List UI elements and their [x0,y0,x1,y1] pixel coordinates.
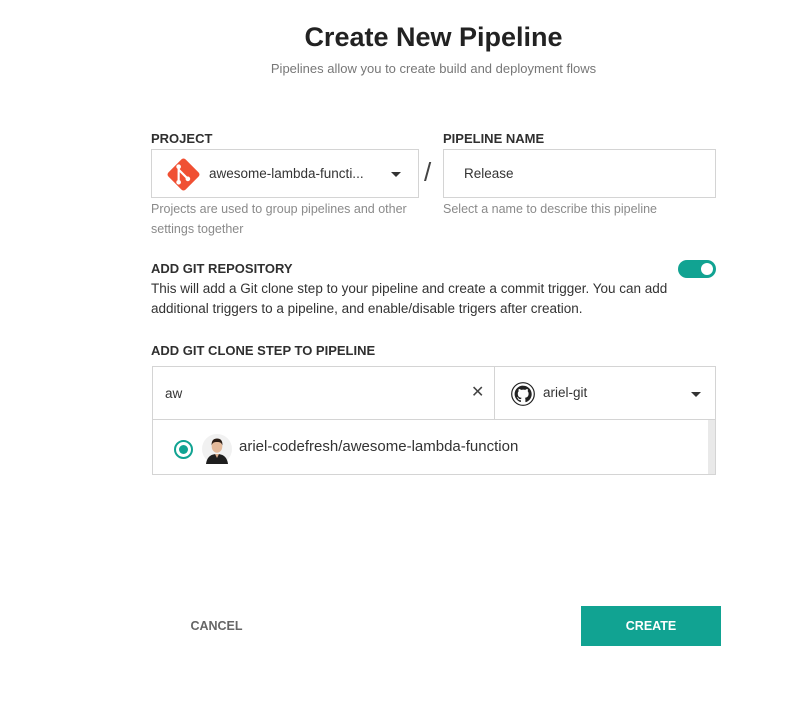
project-help: Projects are used to group pipelines and… [151,202,407,236]
pipeline-name-help: Select a name to describe this pipeline [443,202,658,216]
project-select[interactable]: awesome-lambda-functi... [151,149,419,198]
git-account-select[interactable]: ariel-git [495,367,716,420]
path-separator: / [424,157,432,187]
page-title: Create New Pipeline [304,22,563,52]
github-icon [511,382,535,406]
project-label: PROJECT [151,131,213,146]
repo-radio[interactable] [174,440,193,459]
radio-selected-dot [179,445,188,454]
pipeline-name-label: PIPELINE NAME [443,131,545,146]
add-git-repo-toggle[interactable] [678,260,716,278]
cancel-button[interactable]: CANCEL [151,606,282,646]
repo-search-input[interactable] [153,367,495,420]
repo-list-scrollbar[interactable] [708,420,715,474]
toggle-knob [701,263,713,275]
git-account-value: ariel-git [543,385,588,400]
user-avatar [202,434,232,464]
clone-step-box: ✕ ariel-git ariel-codefresh/awesome-lamb… [152,366,716,475]
chevron-down-icon [691,392,701,397]
clear-search-icon[interactable]: ✕ [471,385,484,401]
page-subtitle: Pipelines allow you to create build and … [270,61,597,76]
pipeline-name-input[interactable] [443,149,716,198]
create-button[interactable]: CREATE [581,606,721,646]
repo-name: ariel-codefresh/awesome-lambda-function [239,438,519,455]
add-git-repo-description: This will add a Git clone step to your p… [151,281,668,316]
git-logo-icon [167,158,200,191]
project-select-value: awesome-lambda-functi... [209,166,364,181]
repo-list-item[interactable]: ariel-codefresh/awesome-lambda-function [153,420,709,475]
add-git-repo-label: ADD GIT REPOSITORY [151,261,293,276]
clone-step-label: ADD GIT CLONE STEP TO PIPELINE [151,343,376,358]
chevron-down-icon [391,172,401,177]
